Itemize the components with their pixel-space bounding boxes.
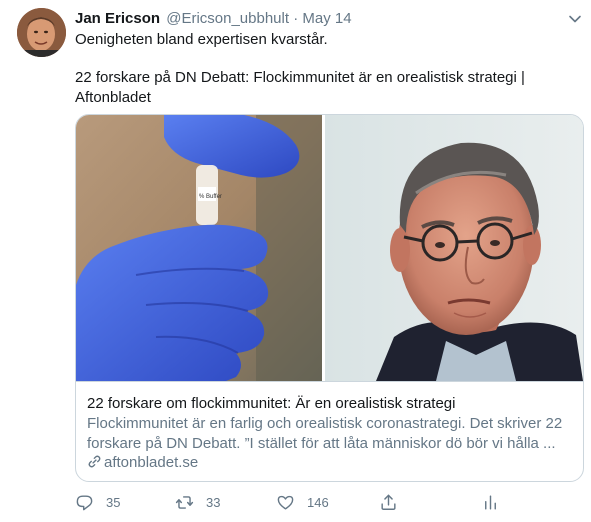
analytics-button[interactable] <box>481 490 500 514</box>
card-divider <box>76 381 583 382</box>
retweet-icon <box>175 495 194 509</box>
right-image <box>325 115 583 381</box>
link-icon <box>88 455 101 468</box>
avatar-photo <box>17 8 66 57</box>
tube-label: % Buffer <box>199 194 222 200</box>
retweet-button[interactable]: 33 <box>175 490 220 514</box>
chevron-down-icon[interactable] <box>568 12 582 26</box>
card-description: Flockimmunitet är en farlig och orealist… <box>87 414 575 454</box>
analytics-icon <box>485 494 496 510</box>
like-count: 146 <box>307 494 329 510</box>
share-button[interactable] <box>379 490 398 514</box>
reply-button[interactable]: 35 <box>75 490 120 514</box>
tweet-text-line: Aftonbladet <box>75 89 151 106</box>
card-title[interactable]: 22 forskare om flockimmunitet: Är en ore… <box>87 394 455 414</box>
tweet-date[interactable]: May 14 <box>302 10 351 27</box>
card-description-line: forskare på DN Debatt. ”I stället för at… <box>87 435 556 452</box>
tweet-actions: 35 33 146 <box>75 490 575 514</box>
avatar[interactable] <box>17 8 66 57</box>
card-link-domain: aftonbladet.se <box>104 454 199 471</box>
share-icon <box>381 494 396 510</box>
heart-icon <box>277 495 294 510</box>
link-preview-card[interactable]: % Buffer 22 forskare om flockimmunitet: … <box>75 114 584 482</box>
tweet-header: Jan Ericson @Ericson_ubbhult · May 14 <box>75 10 352 28</box>
retweet-count: 33 <box>206 494 221 510</box>
tweet-text-line: 22 forskare på DN Debatt: Flockimmunitet… <box>75 69 525 86</box>
like-button[interactable]: 146 <box>276 490 329 514</box>
tweet-text-line: Oenigheten bland expertisen kvarstår. <box>75 31 328 48</box>
author-handle[interactable]: @Ericson_ubbhult <box>166 10 289 27</box>
left-image: % Buffer <box>76 115 322 381</box>
tweet: Jan Ericson @Ericson_ubbhult · May 14 Oe… <box>0 0 591 522</box>
author-name[interactable]: Jan Ericson <box>75 10 160 27</box>
card-link[interactable]: aftonbladet.se <box>87 453 198 473</box>
separator-dot: · <box>293 10 299 27</box>
card-image-graphic: % Buffer <box>76 115 583 381</box>
card-description-line: Flockimmunitet är en farlig och orealist… <box>87 415 563 432</box>
reply-icon <box>76 494 93 510</box>
card-image[interactable]: % Buffer <box>76 115 583 381</box>
reply-count: 35 <box>106 494 121 510</box>
